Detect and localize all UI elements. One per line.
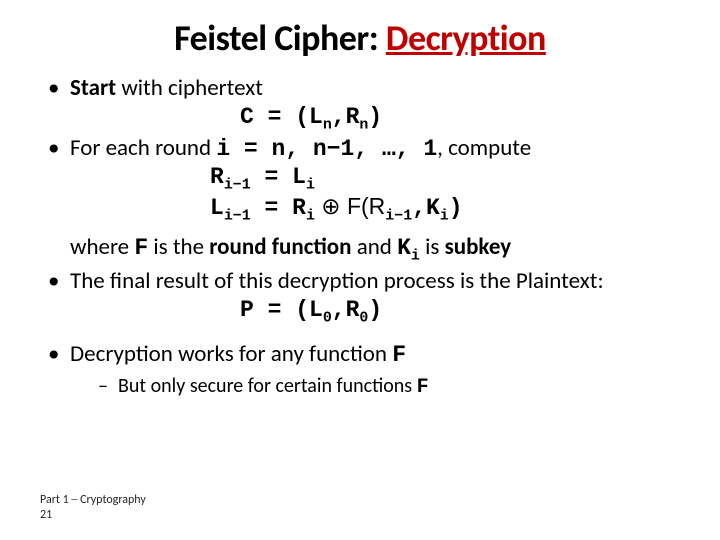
sub-secure: But only secure for certain functions F [98,374,680,400]
bullet-anyf: Decryption works for any function F But … [48,340,680,400]
footer: Part 1 ─ Cryptography 21 [40,493,146,522]
bullet-start: Start with ciphertext C = (Ln,Rn) [48,74,680,132]
where-line: where F is the round function and Ki is … [70,233,680,261]
sub-list: But only secure for certain functions F [98,374,680,400]
start-rest: with ciphertext [116,74,263,102]
ciphertext-formula: C = (Ln,Rn) [240,103,680,132]
footer-text: Part 1 ─ Cryptography [40,493,146,507]
title-prefix: Feistel Cipher: [174,16,386,60]
bullet-list-3: Decryption works for any function F But … [48,340,680,400]
rounds-pre: For each round [70,134,216,162]
page-number: 21 [40,508,146,522]
slide-title: Feistel Cipher: Decryption [40,16,680,60]
spacer [40,326,680,340]
round-formula-l: Li−1 = Ri ⊕ F(Ri−1,Ki) [210,192,680,223]
bullet-rounds: For each round i = n, n−1, …, 1, compute… [48,134,680,223]
rounds-iter: i = n, n−1, …, 1 [216,136,437,162]
round-formula-r: Ri−1 = Li [210,163,680,192]
slide: Feistel Cipher: Decryption Start with ci… [0,0,720,540]
title-emphasis: Decryption [386,16,546,60]
plaintext-formula: P = (L0,R0) [240,296,680,325]
start-word: Start [70,74,116,102]
bullet-plaintext: The final result of this decryption proc… [48,267,680,325]
bullet-list-2: The final result of this decryption proc… [48,267,680,325]
rounds-post: , compute [437,134,531,162]
bullet-list: Start with ciphertext C = (Ln,Rn) For ea… [48,74,680,223]
